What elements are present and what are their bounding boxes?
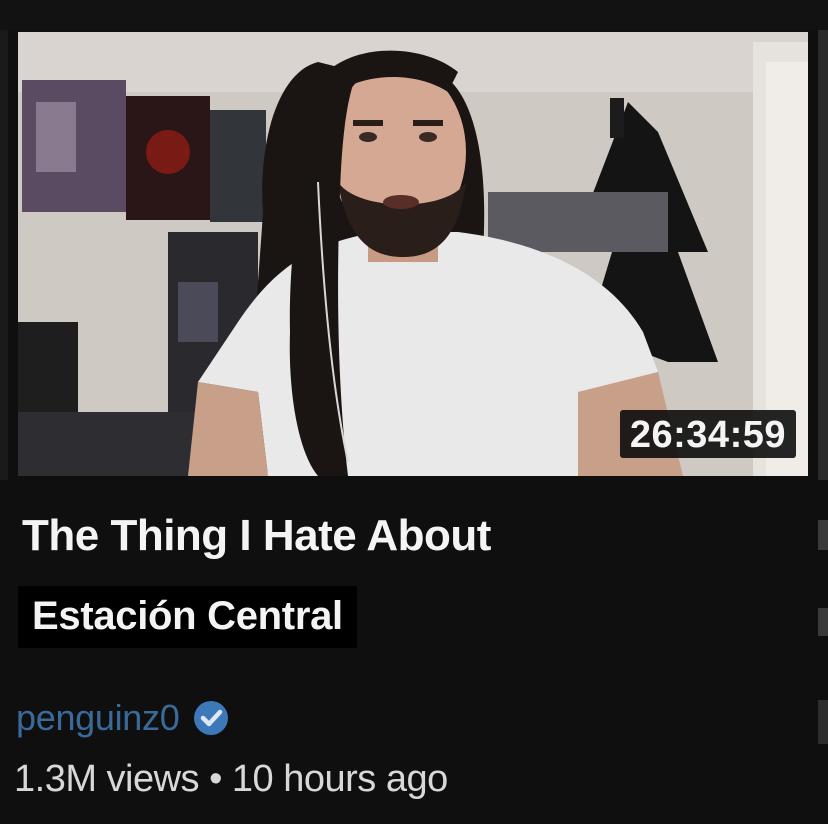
next-video-meta-fragment [818, 700, 828, 744]
title-caption-overlay: Estación Central [18, 586, 357, 648]
verified-check-icon [194, 701, 229, 735]
duration-badge: 26:34:59 [619, 410, 796, 458]
top-bar [0, 0, 828, 30]
video-thumbnail[interactable]: 26:34:59 [18, 32, 808, 476]
meta-separator: • [209, 758, 222, 800]
video-meta: 1.3M views • 10 hours ago [14, 758, 448, 801]
upload-age: 10 hours ago [231, 758, 448, 800]
next-video-title-fragment [818, 608, 828, 636]
channel-row[interactable]: penguinz0 [16, 696, 233, 740]
next-video-title-fragment [818, 520, 828, 550]
video-title[interactable]: The Thing I Hate About [22, 511, 491, 560]
next-video-edge[interactable] [818, 30, 828, 480]
view-count: 1.3M views [14, 758, 200, 800]
previous-video-edge[interactable] [0, 30, 8, 480]
channel-name[interactable]: penguinz0 [16, 697, 180, 739]
